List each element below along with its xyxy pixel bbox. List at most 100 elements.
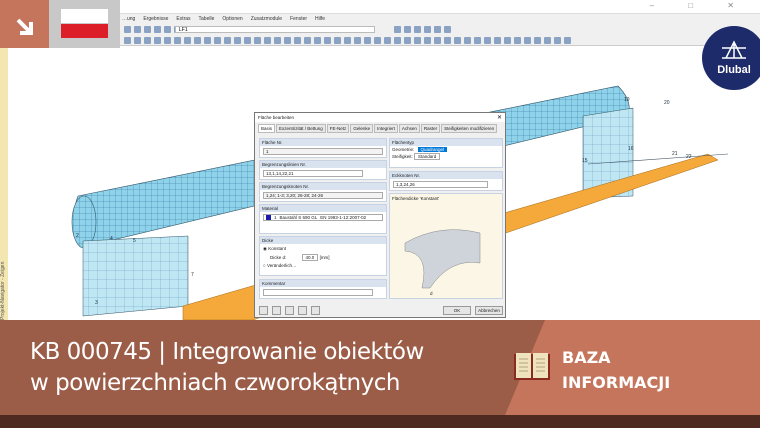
node-label: 20 — [664, 100, 670, 106]
menu-item[interactable]: Fenster — [290, 16, 307, 22]
thickness-input[interactable]: 40.0 — [301, 254, 319, 261]
tab-basis[interactable]: Basis — [258, 124, 276, 133]
toolbar-icon[interactable] — [394, 37, 401, 44]
toolbar-icon[interactable] — [344, 37, 351, 44]
loadcase-select[interactable]: LF1 — [175, 26, 375, 33]
toolbar-icon[interactable] — [304, 37, 311, 44]
toolbar-icon[interactable] — [314, 37, 321, 44]
toolbar-icon[interactable] — [554, 37, 561, 44]
project-navigator-tab[interactable]: Projekt-Navigator - Zeigen — [0, 48, 8, 320]
toolbar-icon[interactable] — [414, 26, 421, 33]
toolbar-icon[interactable] — [164, 37, 171, 44]
toolbar-icon[interactable] — [454, 37, 461, 44]
thickness-group: Dicke ◉ Konstant Dicke d: 40.0 [mm] ○ Ve… — [259, 236, 387, 276]
unit-label: [mm] — [319, 255, 330, 260]
toolbar-icon[interactable] — [484, 37, 491, 44]
tab-hinges[interactable]: Gelenke — [350, 124, 374, 133]
toolbar-icon[interactable] — [354, 37, 361, 44]
toolbar-icon[interactable] — [184, 37, 191, 44]
toolbar-icon[interactable] — [174, 37, 181, 44]
table-icon[interactable] — [285, 306, 294, 315]
menu-item[interactable]: Hilfe — [315, 16, 325, 22]
select-icon[interactable] — [311, 306, 320, 315]
surface-no-field: 1 — [263, 148, 383, 155]
corner-badge — [0, 0, 49, 48]
toolbar-icon[interactable] — [524, 37, 531, 44]
tab-fe-mesh[interactable]: FE-Netz — [326, 124, 350, 133]
node-label: 2 — [76, 233, 79, 239]
toolbar-icon[interactable] — [494, 37, 501, 44]
toolbar-icon[interactable] — [144, 26, 151, 33]
pipe-end — [71, 195, 97, 249]
boundary-lines-input[interactable]: 13,1,14,22,21 — [263, 170, 363, 177]
close-icon[interactable]: ✕ — [497, 114, 502, 121]
stiffness-select[interactable]: Standard — [414, 153, 441, 160]
toolbar-icon[interactable] — [504, 37, 511, 44]
toolbar-icon[interactable] — [464, 37, 471, 44]
toolbar-icon[interactable] — [434, 26, 441, 33]
toolbar-icon[interactable] — [124, 37, 131, 44]
toolbar-icon[interactable] — [154, 37, 161, 44]
toolbar-icon[interactable] — [404, 26, 411, 33]
menu-bar: …ung Ergebnisse Extras Tabelle Optionen … — [120, 14, 760, 24]
toolbar-icon[interactable] — [424, 26, 431, 33]
toolbar-icon[interactable] — [334, 37, 341, 44]
toolbar-icon[interactable] — [134, 26, 141, 33]
toolbar-icon[interactable] — [384, 37, 391, 44]
toolbar-icon[interactable] — [284, 37, 291, 44]
toolbar-icon[interactable] — [544, 37, 551, 44]
toolbar-icon[interactable] — [294, 37, 301, 44]
toolbar-icon[interactable] — [214, 37, 221, 44]
menu-item[interactable]: Ergebnisse — [143, 16, 168, 22]
toolbar-icon[interactable] — [194, 37, 201, 44]
menu-item[interactable]: Zusatzmodule — [251, 16, 282, 22]
constant-radio[interactable]: Konstant — [268, 246, 286, 251]
menu-item[interactable]: Optionen — [222, 16, 242, 22]
toolbar-icon[interactable] — [434, 37, 441, 44]
tab-axes[interactable]: Achsen — [398, 124, 420, 133]
toolbar-icon[interactable] — [244, 37, 251, 44]
menu-item[interactable]: Tabelle — [199, 16, 215, 22]
variable-radio[interactable]: Veränderlich… — [267, 263, 297, 268]
geometry-select[interactable]: Quadrangel — [417, 147, 448, 152]
toolbar-icon[interactable] — [134, 37, 141, 44]
corner-nodes-input[interactable]: 1,3,24,26 — [393, 181, 488, 188]
material-select[interactable]: 1 Baustahl S 690 GL EN 1993-1-12:2007-02 — [263, 214, 383, 221]
toolbar-icon[interactable] — [564, 37, 571, 44]
comment-input[interactable] — [263, 289, 373, 296]
toolbar-icon[interactable] — [144, 37, 151, 44]
toolbar-icon[interactable] — [364, 37, 371, 44]
toolbar-icon[interactable] — [224, 37, 231, 44]
ok-button[interactable]: OK — [443, 306, 471, 315]
tab-grid[interactable]: Raster — [420, 124, 441, 133]
toolbar-icon[interactable] — [534, 37, 541, 44]
cancel-button[interactable]: Abbrechen — [475, 306, 503, 315]
view-icon[interactable] — [298, 306, 307, 315]
window-controls[interactable]: – □ ✕ — [650, 1, 750, 10]
toolbar-icon[interactable] — [234, 37, 241, 44]
toolbar-icon[interactable] — [164, 26, 171, 33]
toolbar-icon[interactable] — [154, 26, 161, 33]
toolbar-icon[interactable] — [474, 37, 481, 44]
toolbar-icon[interactable] — [414, 37, 421, 44]
toolbar-icon[interactable] — [444, 37, 451, 44]
edit-icon[interactable] — [272, 306, 281, 315]
tab-stiffness[interactable]: Steifigkeiten modifizieren — [441, 124, 498, 133]
toolbar-icon[interactable] — [424, 37, 431, 44]
tab-integrated[interactable]: Integriert — [374, 124, 398, 133]
toolbar-icon[interactable] — [374, 37, 381, 44]
menu-item[interactable]: …ung — [122, 16, 135, 22]
help-icon[interactable] — [259, 306, 268, 315]
toolbar-icon[interactable] — [404, 37, 411, 44]
toolbar-icon[interactable] — [254, 37, 261, 44]
toolbar-icon[interactable] — [274, 37, 281, 44]
toolbar-icon[interactable] — [204, 37, 211, 44]
toolbar-icon[interactable] — [264, 37, 271, 44]
toolbar-icon[interactable] — [324, 37, 331, 44]
tab-eccentricity[interactable]: Exzentrizität / Bettung — [276, 124, 326, 133]
toolbar-icon[interactable] — [514, 37, 521, 44]
toolbar-icon[interactable] — [394, 26, 401, 33]
toolbar-icon[interactable] — [444, 26, 451, 33]
toolbar-icon[interactable] — [124, 26, 131, 33]
menu-item[interactable]: Extras — [176, 16, 190, 22]
